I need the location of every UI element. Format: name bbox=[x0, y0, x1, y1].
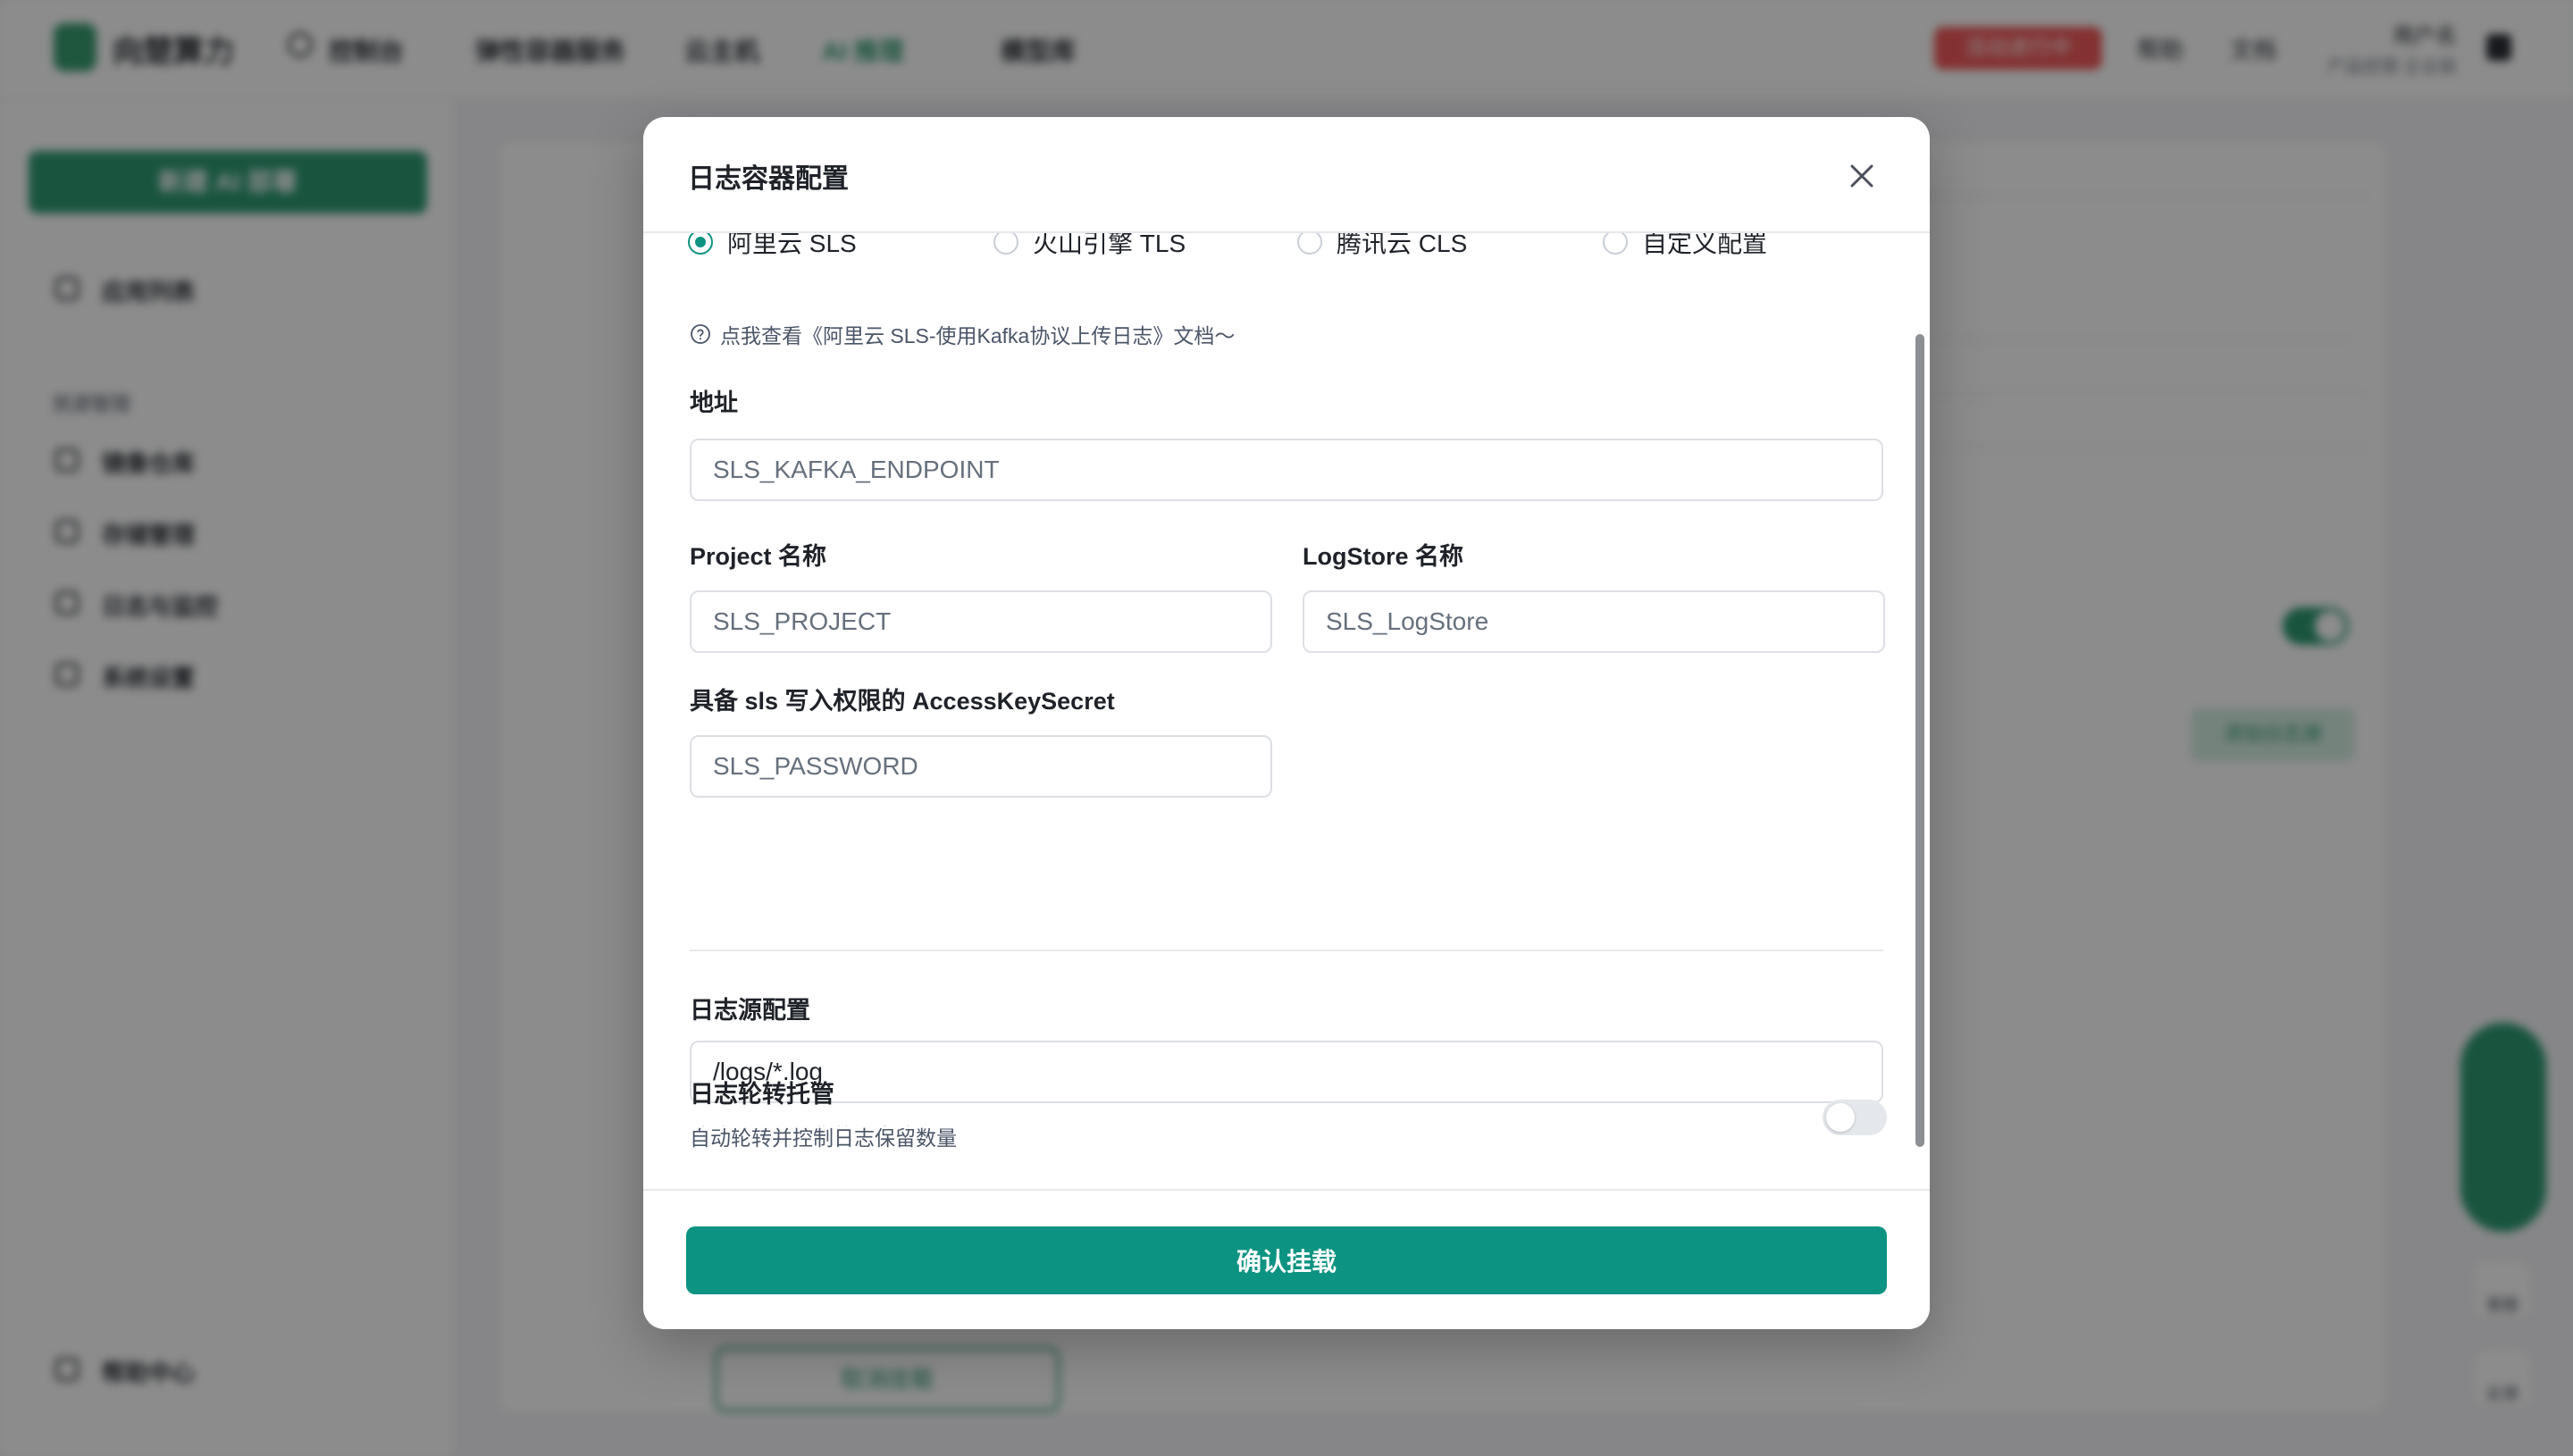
radio-dot bbox=[1297, 233, 1322, 255]
dialog-body: 阿里云 SLS 火山引擎 TLS 腾讯云 CLS 自定义配置 点我查看《阿里云 … bbox=[643, 233, 1930, 1126]
doc-link[interactable]: 点我查看《阿里云 SLS-使用Kafka协议上传日志》文档～ bbox=[690, 319, 1235, 349]
radio-label: 自定义配置 bbox=[1642, 233, 1768, 257]
address-label: 地址 bbox=[690, 389, 738, 416]
provider-radio-group: 阿里云 SLS 火山引擎 TLS 腾讯云 CLS 自定义配置 bbox=[688, 233, 1885, 264]
rotation-label: 日志轮转托管 bbox=[690, 1081, 834, 1108]
radio-tencent-cls[interactable]: 腾讯云 CLS bbox=[1297, 233, 1467, 264]
radio-dot bbox=[688, 233, 713, 255]
logstore-label: LogStore 名称 bbox=[1303, 543, 1463, 570]
radio-dot bbox=[993, 233, 1018, 255]
radio-volc-tls[interactable]: 火山引擎 TLS bbox=[993, 233, 1186, 264]
rotation-description: 自动轮转并控制日志保留数量 bbox=[690, 1126, 957, 1150]
radio-custom-config[interactable]: 自定义配置 bbox=[1603, 233, 1767, 264]
address-input[interactable] bbox=[690, 439, 1883, 501]
log-container-config-dialog: 日志容器配置 阿里云 SLS 火山引擎 TLS 腾讯云 CLS 自定义配置 点我… bbox=[643, 117, 1930, 1329]
radio-label: 火山引擎 TLS bbox=[1033, 233, 1186, 257]
log-source-label: 日志源配置 bbox=[690, 997, 810, 1024]
project-input[interactable] bbox=[690, 590, 1272, 653]
section-divider bbox=[690, 950, 1883, 951]
help-circle-icon bbox=[691, 324, 710, 344]
project-label: Project 名称 bbox=[690, 543, 827, 570]
logstore-input[interactable] bbox=[1303, 590, 1885, 653]
close-button[interactable] bbox=[1840, 155, 1883, 197]
rotation-toggle[interactable] bbox=[1823, 1100, 1887, 1135]
secret-label: 具备 sls 写入权限的 AccessKeySecret bbox=[690, 688, 1115, 715]
dialog-header: 日志容器配置 bbox=[643, 117, 1930, 233]
close-icon bbox=[1850, 164, 1873, 188]
dialog-scrollbar[interactable] bbox=[1915, 334, 1924, 1147]
radio-dot bbox=[1603, 233, 1628, 255]
log-source-input[interactable] bbox=[690, 1041, 1883, 1103]
doc-link-text: 点我查看《阿里云 SLS-使用Kafka协议上传日志》文档～ bbox=[720, 324, 1236, 347]
radio-label: 腾讯云 CLS bbox=[1337, 233, 1468, 257]
confirm-mount-button[interactable]: 确认挂载 bbox=[686, 1226, 1887, 1294]
radio-label: 阿里云 SLS bbox=[727, 233, 857, 257]
dialog-footer: 确认挂载 bbox=[643, 1189, 1930, 1329]
radio-aliyun-sls[interactable]: 阿里云 SLS bbox=[688, 233, 857, 264]
secret-input[interactable] bbox=[690, 735, 1272, 798]
dialog-title: 日志容器配置 bbox=[688, 164, 849, 194]
